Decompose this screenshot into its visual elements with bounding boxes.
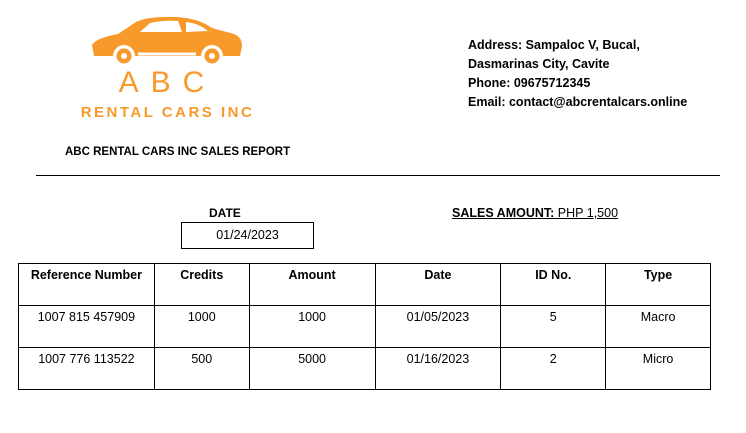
cell-id-no: 5	[500, 305, 607, 348]
logo-subtitle: RENTAL CARS INC	[80, 104, 255, 121]
email-line: Email: contact@abcrentalcars.online	[468, 95, 688, 109]
header-credits: Credits	[153, 263, 250, 306]
date-field[interactable]: 01/24/2023	[181, 222, 314, 249]
header-amount: Amount	[248, 263, 376, 306]
header-reference-number: Reference Number	[18, 263, 155, 306]
car-icon	[92, 16, 242, 67]
report-title: ABC RENTAL CARS INC SALES REPORT	[65, 146, 291, 158]
cell-amount: 5000	[248, 347, 376, 390]
sales-amount-label: SALES AMOUNT:	[452, 206, 555, 220]
header-date: Date	[374, 263, 502, 306]
header-type: Type	[605, 263, 711, 306]
address-line-2: Dasmarinas City, Cavite	[468, 57, 610, 71]
table-row: 1007 815 457909 1000 1000 01/05/2023 5 M…	[18, 305, 711, 348]
divider	[36, 175, 720, 176]
company-logo: ABC RENTAL CARS INC	[60, 8, 275, 123]
date-label: DATE	[209, 206, 241, 220]
phone-line: Phone: 09675712345	[468, 76, 591, 90]
address-line-1: Address: Sampaloc V, Bucal,	[468, 38, 640, 52]
sales-table: Reference Number Credits Amount Date ID …	[18, 263, 711, 390]
cell-type: Micro	[605, 347, 711, 390]
cell-id-no: 2	[500, 347, 607, 390]
header-id-no: ID No.	[500, 263, 607, 306]
cell-credits: 1000	[153, 305, 250, 348]
cell-reference-number: 1007 815 457909	[18, 305, 155, 348]
cell-date: 01/16/2023	[374, 347, 502, 390]
logo-brand: ABC	[118, 66, 217, 99]
contact-block: Address: Sampaloc V, Bucal, Dasmarinas C…	[468, 36, 687, 112]
cell-reference-number: 1007 776 113522	[18, 347, 155, 390]
cell-type: Macro	[605, 305, 711, 348]
table-header-row: Reference Number Credits Amount Date ID …	[18, 263, 711, 306]
cell-amount: 1000	[248, 305, 376, 348]
cell-date: 01/05/2023	[374, 305, 502, 348]
sales-amount: SALES AMOUNT: PHP 1,500	[452, 206, 618, 220]
cell-credits: 500	[153, 347, 250, 390]
table-row: 1007 776 113522 500 5000 01/16/2023 2 Mi…	[18, 347, 711, 390]
sales-amount-value: PHP 1,500	[554, 206, 619, 220]
